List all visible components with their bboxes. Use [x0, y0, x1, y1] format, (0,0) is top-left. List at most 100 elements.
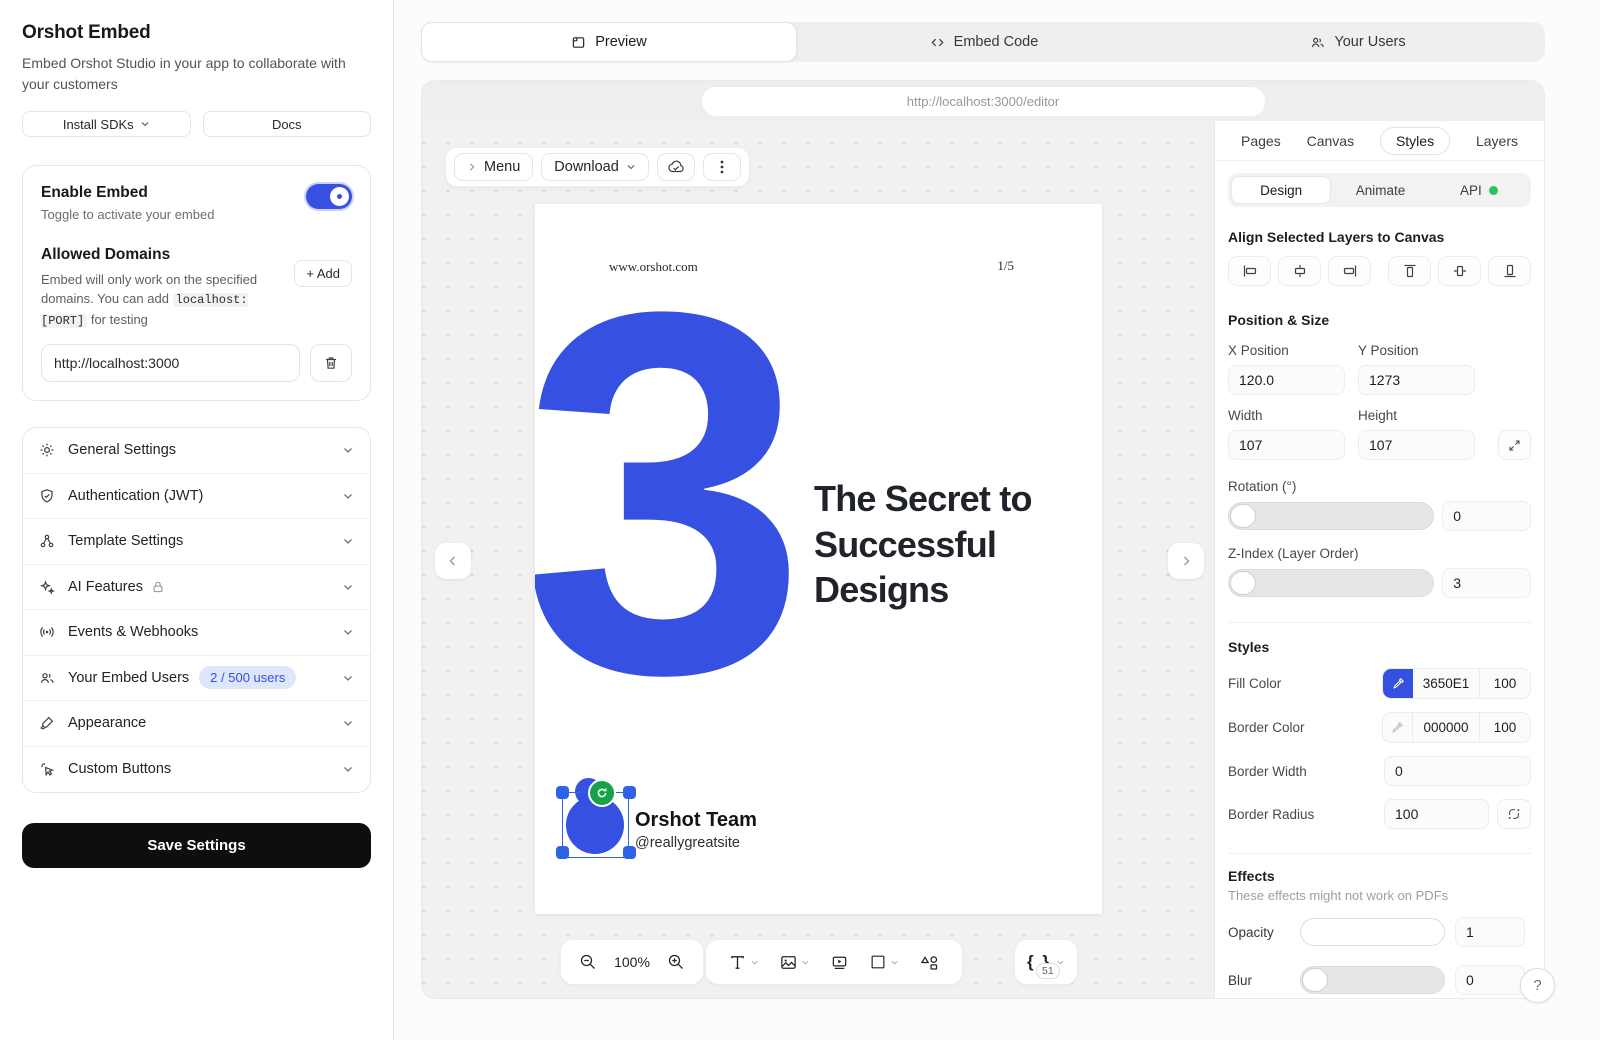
tab-embed-code[interactable]: Embed Code: [797, 22, 1171, 62]
install-sdks-button[interactable]: Install SDKs: [22, 111, 191, 137]
align-center-horizontal-button[interactable]: [1278, 256, 1321, 286]
tab-your-users[interactable]: Your Users: [1171, 22, 1545, 62]
page-subtitle: Embed Orshot Studio in your app to colla…: [22, 53, 371, 95]
tab-pages[interactable]: Pages: [1241, 128, 1281, 154]
save-settings-button[interactable]: Save Settings: [22, 823, 371, 868]
add-domain-button[interactable]: + Add: [294, 260, 352, 287]
elements-tool[interactable]: [911, 945, 948, 979]
resize-expand-button[interactable]: [1498, 430, 1531, 460]
menu-button[interactable]: Menu: [454, 153, 533, 181]
corner-radius-button[interactable]: [1497, 799, 1531, 829]
domain-input[interactable]: [41, 344, 300, 382]
y-position-input[interactable]: [1358, 365, 1475, 395]
opacity-slider[interactable]: [1300, 918, 1445, 946]
fill-color-alpha[interactable]: 100: [1480, 669, 1530, 698]
rotation-value[interactable]: 0: [1442, 501, 1531, 531]
rotation-slider-thumb[interactable]: [1230, 504, 1256, 528]
text-tool-icon: [728, 953, 747, 972]
previous-page-button[interactable]: [435, 543, 471, 579]
align-top-button[interactable]: [1388, 256, 1431, 286]
width-input[interactable]: [1228, 430, 1345, 460]
blur-slider-thumb[interactable]: [1302, 968, 1328, 992]
zoom-in-button[interactable]: [659, 945, 693, 979]
help-button[interactable]: ?: [1520, 968, 1555, 1003]
download-button[interactable]: Download: [541, 153, 649, 181]
url-field[interactable]: http://localhost:3000/editor: [702, 87, 1265, 116]
zoom-level: 100%: [611, 954, 653, 970]
image-tool[interactable]: [771, 945, 818, 979]
blur-value[interactable]: 0: [1455, 965, 1525, 995]
border-radius-input[interactable]: [1384, 799, 1489, 829]
tab-preview[interactable]: Preview: [421, 22, 797, 62]
border-width-input[interactable]: [1384, 756, 1531, 786]
accordion-events-webhooks[interactable]: Events & Webhooks: [23, 610, 370, 656]
x-position-input[interactable]: [1228, 365, 1345, 395]
accordion-label: AI Features: [68, 579, 143, 595]
rotation-slider[interactable]: [1228, 502, 1434, 530]
variables-panel-button[interactable]: { }51: [1014, 939, 1078, 985]
video-tool[interactable]: [822, 945, 857, 979]
align-center-vertical-button[interactable]: [1438, 256, 1481, 286]
canvas-team-name[interactable]: Orshot Team: [635, 809, 757, 832]
text-tool[interactable]: [720, 945, 767, 979]
mode-animate[interactable]: Animate: [1331, 176, 1429, 204]
embed-config-card: Enable Embed Toggle to activate your emb…: [22, 165, 371, 401]
fill-color-swatch[interactable]: [1383, 669, 1413, 698]
accordion-your-embed-users[interactable]: Your Embed Users 2 / 500 users: [23, 656, 370, 702]
canvas-headline[interactable]: The Secret to Successful Designs: [814, 476, 1076, 613]
allowed-domains-title: Allowed Domains: [41, 246, 273, 264]
canvas-team-handle[interactable]: @reallygreatsite: [635, 835, 740, 851]
chevron-down-icon: [342, 672, 354, 684]
tab-styles[interactable]: Styles: [1380, 127, 1450, 155]
accordion-authentication[interactable]: Authentication (JWT): [23, 474, 370, 520]
zindex-slider-thumb[interactable]: [1230, 571, 1256, 595]
docs-button[interactable]: Docs: [203, 111, 372, 137]
accordion-custom-buttons[interactable]: Custom Buttons: [23, 747, 370, 793]
border-color-alpha[interactable]: 100: [1480, 713, 1530, 742]
tab-your-users-label: Your Users: [1334, 34, 1405, 50]
accordion-ai-features[interactable]: AI Features: [23, 565, 370, 611]
accordion-label: Authentication (JWT): [68, 488, 203, 504]
properties-panel: Pages Canvas Styles Layers Design Animat…: [1214, 121, 1544, 998]
resize-handle-nw[interactable]: [556, 786, 569, 799]
mode-api[interactable]: API: [1430, 176, 1528, 204]
mode-animate-label: Animate: [1356, 183, 1406, 198]
kebab-menu-icon: [720, 159, 724, 175]
accordion-general-settings[interactable]: General Settings: [23, 428, 370, 474]
resize-handle-ne[interactable]: [623, 786, 636, 799]
border-color-hex[interactable]: 000000: [1413, 713, 1480, 742]
tab-layers[interactable]: Layers: [1476, 128, 1518, 154]
canvas-big-number[interactable]: 3: [535, 236, 797, 751]
delete-domain-button[interactable]: [310, 344, 352, 382]
align-left-button[interactable]: [1228, 256, 1271, 286]
tab-canvas[interactable]: Canvas: [1307, 128, 1354, 154]
accordion-appearance[interactable]: Appearance: [23, 701, 370, 747]
opacity-value[interactable]: 1: [1455, 917, 1525, 947]
section-divider: [1228, 622, 1531, 623]
chevron-right-icon: [467, 162, 477, 172]
enable-embed-toggle[interactable]: [306, 184, 352, 209]
canvas-page-indicator[interactable]: 1/5: [997, 258, 1014, 274]
shape-tool[interactable]: [861, 945, 907, 979]
zoom-out-button[interactable]: [571, 945, 605, 979]
height-input[interactable]: [1358, 430, 1475, 460]
video-tool-icon: [830, 953, 849, 972]
mode-design[interactable]: Design: [1231, 176, 1331, 204]
cursor-click-icon: [39, 761, 56, 778]
next-page-button[interactable]: [1168, 543, 1204, 579]
align-bottom-button[interactable]: [1488, 256, 1531, 286]
align-right-button[interactable]: [1328, 256, 1371, 286]
rotate-handle[interactable]: [588, 779, 616, 807]
blur-slider[interactable]: [1300, 966, 1445, 994]
fill-color-hex[interactable]: 3650E1: [1413, 669, 1480, 698]
cloud-sync-button[interactable]: [657, 153, 695, 181]
height-label: Height: [1358, 408, 1475, 423]
resize-handle-sw[interactable]: [556, 846, 569, 859]
selected-layer[interactable]: [561, 785, 631, 858]
border-color-swatch[interactable]: [1383, 713, 1413, 742]
more-options-button[interactable]: [703, 153, 741, 181]
accordion-template-settings[interactable]: Template Settings: [23, 519, 370, 565]
zindex-slider[interactable]: [1228, 569, 1434, 597]
design-page[interactable]: www.orshot.com 1/5 3 The Secret to Succe…: [535, 204, 1102, 914]
zindex-value[interactable]: 3: [1442, 568, 1531, 598]
